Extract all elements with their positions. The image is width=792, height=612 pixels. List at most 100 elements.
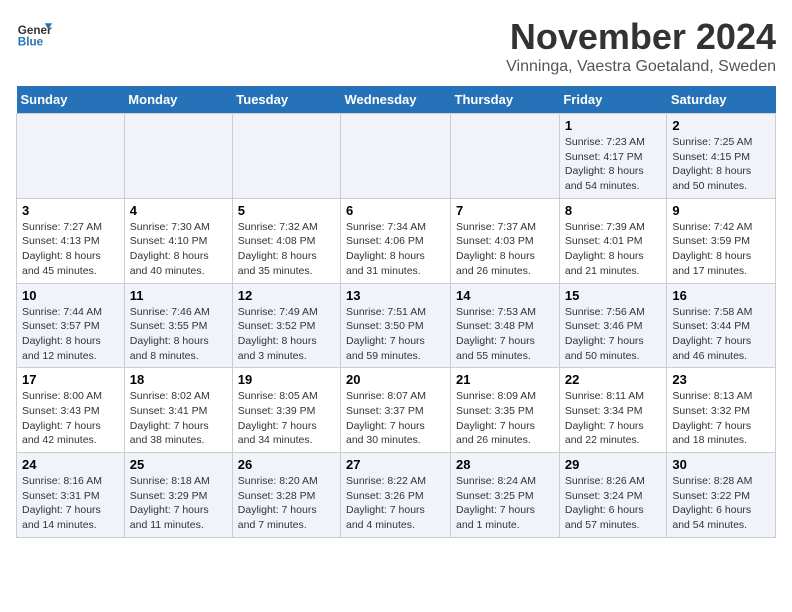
calendar-cell: 24 Sunrise: 8:16 AM Sunset: 3:31 PM Dayli…	[17, 453, 125, 538]
day-number: 1	[565, 118, 662, 133]
calendar-table: SundayMondayTuesdayWednesdayThursdayFrid…	[16, 86, 776, 538]
calendar-cell: 19Sunrise: 8:05 AM Sunset: 3:39 PM Dayli…	[232, 368, 340, 453]
day-number: 23	[672, 372, 770, 387]
day-number: 25	[130, 457, 227, 472]
day-info: Sunrise: 7:27 AM Sunset: 4:13 PM Dayligh…	[22, 220, 119, 279]
day-info: Sunrise: 7:23 AM Sunset: 4:17 PM Dayligh…	[565, 135, 662, 194]
day-number: 2	[672, 118, 770, 133]
day-info: Sunrise: 8:26 AM Sunset: 3:24 PM Dayligh…	[565, 474, 662, 533]
day-info: Sunrise: 7:49 AM Sunset: 3:52 PM Dayligh…	[238, 305, 335, 364]
day-number: 7	[456, 203, 554, 218]
calendar-cell: 13 Sunrise: 7:51 AM Sunset: 3:50 PM Dayli…	[341, 283, 451, 368]
calendar-cell: 26Sunrise: 8:20 AM Sunset: 3:28 PM Dayli…	[232, 453, 340, 538]
subtitle: Vinninga, Vaestra Goetaland, Sweden	[506, 58, 776, 76]
logo: General Blue	[16, 16, 52, 52]
calendar-cell: 20 Sunrise: 8:07 AM Sunset: 3:37 PM Dayli…	[341, 368, 451, 453]
day-number: 19	[238, 372, 335, 387]
day-info: Sunrise: 8:18 AM Sunset: 3:29 PM Dayligh…	[130, 474, 227, 533]
calendar-cell	[17, 114, 125, 199]
day-number: 21	[456, 372, 554, 387]
week-row-4: 17Sunrise: 8:00 AM Sunset: 3:43 PM Dayli…	[17, 368, 776, 453]
svg-text:Blue: Blue	[18, 36, 44, 49]
day-number: 13	[346, 288, 445, 303]
day-number: 5	[238, 203, 335, 218]
title-block: November 2024 Vinninga, Vaestra Goetalan…	[506, 16, 776, 76]
day-number: 4	[130, 203, 227, 218]
header-thursday: Thursday	[451, 86, 560, 114]
week-row-1: 1 Sunrise: 7:23 AM Sunset: 4:17 PM Daylig…	[17, 114, 776, 199]
day-info: Sunrise: 7:51 AM Sunset: 3:50 PM Dayligh…	[346, 305, 445, 364]
day-number: 9	[672, 203, 770, 218]
day-info: Sunrise: 7:58 AM Sunset: 3:44 PM Dayligh…	[672, 305, 770, 364]
day-info: Sunrise: 8:11 AM Sunset: 3:34 PM Dayligh…	[565, 389, 662, 448]
day-info: Sunrise: 8:28 AM Sunset: 3:22 PM Dayligh…	[672, 474, 770, 533]
calendar-cell: 6 Sunrise: 7:34 AM Sunset: 4:06 PM Daylig…	[341, 198, 451, 283]
day-number: 18	[130, 372, 227, 387]
day-number: 20	[346, 372, 445, 387]
day-number: 17	[22, 372, 119, 387]
day-info: Sunrise: 7:53 AM Sunset: 3:48 PM Dayligh…	[456, 305, 554, 364]
day-info: Sunrise: 8:24 AM Sunset: 3:25 PM Dayligh…	[456, 474, 554, 533]
day-info: Sunrise: 8:02 AM Sunset: 3:41 PM Dayligh…	[130, 389, 227, 448]
day-number: 10	[22, 288, 119, 303]
header: General Blue November 2024 Vinninga, Vae…	[16, 16, 776, 76]
header-wednesday: Wednesday	[341, 86, 451, 114]
calendar-cell: 3 Sunrise: 7:27 AM Sunset: 4:13 PM Daylig…	[17, 198, 125, 283]
calendar-cell: 10 Sunrise: 7:44 AM Sunset: 3:57 PM Dayli…	[17, 283, 125, 368]
calendar-cell: 7 Sunrise: 7:37 AM Sunset: 4:03 PM Daylig…	[451, 198, 560, 283]
calendar-header: SundayMondayTuesdayWednesdayThursdayFrid…	[17, 86, 776, 114]
calendar-cell: 9 Sunrise: 7:42 AM Sunset: 3:59 PM Daylig…	[667, 198, 776, 283]
day-number: 3	[22, 203, 119, 218]
week-row-3: 10 Sunrise: 7:44 AM Sunset: 3:57 PM Dayli…	[17, 283, 776, 368]
day-info: Sunrise: 7:44 AM Sunset: 3:57 PM Dayligh…	[22, 305, 119, 364]
header-tuesday: Tuesday	[232, 86, 340, 114]
calendar-cell: 2 Sunrise: 7:25 AM Sunset: 4:15 PM Daylig…	[667, 114, 776, 199]
day-info: Sunrise: 8:07 AM Sunset: 3:37 PM Dayligh…	[346, 389, 445, 448]
day-info: Sunrise: 7:34 AM Sunset: 4:06 PM Dayligh…	[346, 220, 445, 279]
calendar-cell: 25 Sunrise: 8:18 AM Sunset: 3:29 PM Dayli…	[124, 453, 232, 538]
calendar-cell: 4 Sunrise: 7:30 AM Sunset: 4:10 PM Daylig…	[124, 198, 232, 283]
day-info: Sunrise: 7:30 AM Sunset: 4:10 PM Dayligh…	[130, 220, 227, 279]
day-number: 28	[456, 457, 554, 472]
calendar-cell: 21Sunrise: 8:09 AM Sunset: 3:35 PM Dayli…	[451, 368, 560, 453]
calendar-cell: 23 Sunrise: 8:13 AM Sunset: 3:32 PM Dayli…	[667, 368, 776, 453]
day-number: 6	[346, 203, 445, 218]
header-sunday: Sunday	[17, 86, 125, 114]
day-info: Sunrise: 7:32 AM Sunset: 4:08 PM Dayligh…	[238, 220, 335, 279]
day-number: 8	[565, 203, 662, 218]
day-number: 30	[672, 457, 770, 472]
logo-icon: General Blue	[16, 16, 52, 52]
calendar-cell: 18 Sunrise: 8:02 AM Sunset: 3:41 PM Dayli…	[124, 368, 232, 453]
day-info: Sunrise: 8:13 AM Sunset: 3:32 PM Dayligh…	[672, 389, 770, 448]
calendar-cell: 22 Sunrise: 8:11 AM Sunset: 3:34 PM Dayli…	[559, 368, 667, 453]
main-title: November 2024	[506, 16, 776, 58]
day-info: Sunrise: 7:25 AM Sunset: 4:15 PM Dayligh…	[672, 135, 770, 194]
day-number: 11	[130, 288, 227, 303]
calendar-cell: 12 Sunrise: 7:49 AM Sunset: 3:52 PM Dayli…	[232, 283, 340, 368]
calendar-cell: 14Sunrise: 7:53 AM Sunset: 3:48 PM Dayli…	[451, 283, 560, 368]
week-row-2: 3 Sunrise: 7:27 AM Sunset: 4:13 PM Daylig…	[17, 198, 776, 283]
day-number: 22	[565, 372, 662, 387]
day-info: Sunrise: 8:20 AM Sunset: 3:28 PM Dayligh…	[238, 474, 335, 533]
calendar-cell: 1 Sunrise: 7:23 AM Sunset: 4:17 PM Daylig…	[559, 114, 667, 199]
calendar-cell: 11Sunrise: 7:46 AM Sunset: 3:55 PM Dayli…	[124, 283, 232, 368]
day-info: Sunrise: 7:56 AM Sunset: 3:46 PM Dayligh…	[565, 305, 662, 364]
day-info: Sunrise: 8:16 AM Sunset: 3:31 PM Dayligh…	[22, 474, 119, 533]
calendar-cell: 15 Sunrise: 7:56 AM Sunset: 3:46 PM Dayli…	[559, 283, 667, 368]
calendar-cell	[451, 114, 560, 199]
day-number: 24	[22, 457, 119, 472]
calendar-cell: 30 Sunrise: 8:28 AM Sunset: 3:22 PM Dayli…	[667, 453, 776, 538]
day-number: 15	[565, 288, 662, 303]
day-info: Sunrise: 7:37 AM Sunset: 4:03 PM Dayligh…	[456, 220, 554, 279]
day-number: 12	[238, 288, 335, 303]
calendar-cell: 8 Sunrise: 7:39 AM Sunset: 4:01 PM Daylig…	[559, 198, 667, 283]
calendar-cell	[124, 114, 232, 199]
day-number: 16	[672, 288, 770, 303]
day-info: Sunrise: 7:39 AM Sunset: 4:01 PM Dayligh…	[565, 220, 662, 279]
day-info: Sunrise: 7:42 AM Sunset: 3:59 PM Dayligh…	[672, 220, 770, 279]
calendar-cell: 16 Sunrise: 7:58 AM Sunset: 3:44 PM Dayli…	[667, 283, 776, 368]
calendar-cell	[341, 114, 451, 199]
calendar-cell: 27Sunrise: 8:22 AM Sunset: 3:26 PM Dayli…	[341, 453, 451, 538]
day-number: 27	[346, 457, 445, 472]
day-number: 29	[565, 457, 662, 472]
